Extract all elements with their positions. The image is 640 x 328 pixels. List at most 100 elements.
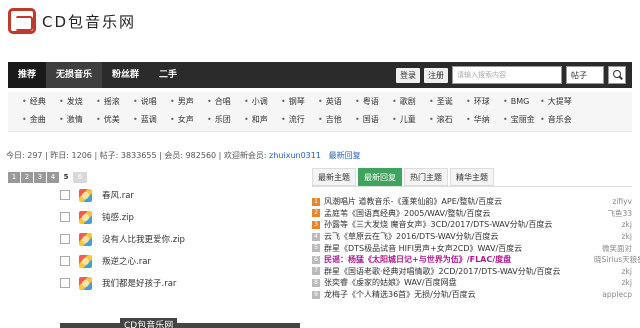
hot-user[interactable]: zkj bbox=[594, 278, 640, 287]
hot-item[interactable]: 9 龙梅子《个人精选36首》无损/分轨/百度云 applecp bbox=[312, 289, 640, 301]
login-button[interactable]: 登录 bbox=[396, 67, 420, 83]
page-link[interactable]: 3 bbox=[34, 172, 46, 183]
search-input[interactable]: 请输入搜索内容 bbox=[452, 66, 562, 84]
category-link[interactable]: 吉他 bbox=[318, 114, 355, 125]
category-link[interactable]: 和声 bbox=[244, 114, 281, 125]
hot-item[interactable]: 5 群星《DTS极品试音 HIFI男声+女声2CD》WAV/百度云 微笑面对 bbox=[312, 242, 640, 254]
category-link[interactable]: 蓝调 bbox=[133, 114, 170, 125]
category-link[interactable]: 儿童 bbox=[392, 114, 429, 125]
category-link[interactable]: 金曲 bbox=[22, 114, 59, 125]
tab-hot-topics[interactable]: 热门主题 bbox=[404, 168, 448, 186]
page-link[interactable]: 4 bbox=[47, 172, 59, 183]
hot-user[interactable]: zkj bbox=[594, 220, 640, 229]
album-item[interactable]: 我们都是好孩子.rar bbox=[60, 272, 300, 294]
category-link[interactable]: 国语 bbox=[355, 114, 392, 125]
album-name[interactable]: 叛逆之心.rar bbox=[102, 255, 151, 267]
album-name[interactable]: 春风.rar bbox=[102, 189, 134, 201]
album-name[interactable]: 我们都是好孩子.rar bbox=[102, 277, 176, 289]
hot-user[interactable]: zkj bbox=[594, 232, 640, 241]
hot-user[interactable]: 晓Sirius天狼星 bbox=[594, 254, 640, 265]
album-item[interactable]: 没有人比我更爱你.zip bbox=[60, 228, 300, 250]
page-link[interactable]: 2 bbox=[21, 172, 33, 183]
album-checkbox[interactable] bbox=[60, 278, 70, 288]
hot-item[interactable]: 8 张奕睿《虔家的姑娘》WAV/百度网盘 zkj bbox=[312, 277, 640, 289]
search-scope-select[interactable]: 帖子 bbox=[566, 66, 604, 84]
hot-user[interactable]: zifiyv bbox=[594, 197, 640, 206]
nav-item-fans[interactable]: 粉丝群 bbox=[102, 62, 149, 88]
category-link[interactable]: 英语 bbox=[318, 96, 355, 107]
category-link[interactable]: 粤语 bbox=[355, 96, 392, 107]
category-link[interactable]: 摇滚 bbox=[96, 96, 133, 107]
album-name[interactable]: 没有人比我更爱你.zip bbox=[102, 233, 185, 245]
tab-new-replies[interactable]: 最新回复 bbox=[358, 168, 402, 186]
hot-title[interactable]: 群星《DTS极品试音 HIFI男声+女声2CD》WAV/百度云 bbox=[324, 243, 594, 254]
site-logo[interactable]: CD包音乐网 bbox=[8, 8, 136, 34]
category-link[interactable]: 小调 bbox=[244, 96, 281, 107]
album-item[interactable]: 春风.rar bbox=[60, 184, 300, 206]
page-link[interactable]: 1 bbox=[8, 172, 20, 183]
category-link[interactable]: 流行 bbox=[281, 114, 318, 125]
category-link[interactable]: 圣诞 bbox=[429, 96, 466, 107]
page-current[interactable]: 5 bbox=[60, 172, 72, 183]
search-icon[interactable] bbox=[608, 66, 626, 84]
tab-featured[interactable]: 精华主题 bbox=[450, 168, 494, 186]
category-link[interactable]: 环球 bbox=[466, 96, 503, 107]
hot-user[interactable]: zkj bbox=[594, 267, 640, 276]
latest-reply-link[interactable]: 最新回复 bbox=[329, 151, 361, 160]
album-checkbox[interactable] bbox=[60, 256, 70, 266]
rank-badge: 8 bbox=[312, 278, 320, 287]
page-link[interactable]: 6 bbox=[73, 172, 87, 183]
category-link[interactable]: BMG bbox=[503, 97, 540, 106]
hot-title[interactable]: 群星《国语老歌·经典对唱情歌》2CD/2017/DTS-WAV分轨/百度云 bbox=[324, 266, 594, 277]
album-item[interactable]: 钝感.zip bbox=[60, 206, 300, 228]
tab-new-topics[interactable]: 最新主题 bbox=[312, 168, 356, 186]
hot-user[interactable]: 飞鱼33 bbox=[594, 208, 640, 219]
category-link[interactable]: 音乐会 bbox=[540, 114, 577, 125]
album-checkbox[interactable] bbox=[60, 234, 70, 244]
main-nav: 推荐 无损音乐 粉丝群 二手 登录 注册 请输入搜索内容 帖子 bbox=[8, 62, 632, 88]
hot-title[interactable]: 孟庭苇《国语真经典》2005/WAV/整轨/百度云 bbox=[324, 208, 594, 219]
category-link[interactable]: 乐团 bbox=[207, 114, 244, 125]
hot-title[interactable]: 风潮唱片 道教音乐-《蓬莱仙韵》APE/整轨/百度云 bbox=[324, 196, 594, 207]
category-link[interactable]: 大提琴 bbox=[540, 96, 577, 107]
category-row: 经典发烧摇滚说唱男声合唱小调钢琴英语粤语歌剧圣诞环球BMG大提琴 bbox=[8, 92, 632, 110]
album-checkbox[interactable] bbox=[60, 190, 70, 200]
register-button[interactable]: 注册 bbox=[424, 67, 448, 83]
hot-item[interactable]: 1 风潮唱片 道教音乐-《蓬莱仙韵》APE/整轨/百度云 zifiyv bbox=[312, 196, 640, 208]
nav-item-recommend[interactable]: 推荐 bbox=[8, 62, 47, 88]
category-link[interactable]: 钢琴 bbox=[281, 96, 318, 107]
hot-item[interactable]: 4 云飞《草原云在飞》2016/DTS-WAV分轨/百度云 zkj bbox=[312, 231, 640, 243]
category-link[interactable]: 优美 bbox=[96, 114, 133, 125]
category-link[interactable]: 发烧 bbox=[59, 96, 96, 107]
category-link[interactable]: 宝丽金 bbox=[503, 114, 540, 125]
hot-user[interactable]: applecp bbox=[594, 290, 640, 299]
album-name[interactable]: 钝感.zip bbox=[102, 211, 134, 223]
hot-item[interactable]: 7 群星《国语老歌·经典对唱情歌》2CD/2017/DTS-WAV分轨/百度云 zk… bbox=[312, 266, 640, 278]
nav-item-secondhand[interactable]: 二手 bbox=[149, 62, 187, 88]
category-link[interactable]: 说唱 bbox=[133, 96, 170, 107]
category-bar: 经典发烧摇滚说唱男声合唱小调钢琴英语粤语歌剧圣诞环球BMG大提琴 金曲激情优美蓝… bbox=[8, 92, 632, 132]
hot-item[interactable]: 6 民谣：杨猛《太阳城日记+与世界为伍》/FLAC/度盘 晓Sirius天狼星 bbox=[312, 254, 640, 266]
category-link[interactable]: 激情 bbox=[59, 114, 96, 125]
nav-item-lossless[interactable]: 无损音乐 bbox=[46, 62, 103, 88]
category-link[interactable]: 滚石 bbox=[429, 114, 466, 125]
category-link[interactable]: 华纳 bbox=[466, 114, 503, 125]
hot-title[interactable]: 张奕睿《虔家的姑娘》WAV/百度网盘 bbox=[324, 277, 594, 288]
hot-title[interactable]: 孙露等《三大发烧 魔音女声》3CD/2017/DTS-WAV分轨/百度云 bbox=[324, 219, 594, 230]
album-checkbox[interactable] bbox=[60, 212, 70, 222]
category-link[interactable]: 歌剧 bbox=[392, 96, 429, 107]
hot-item[interactable]: 2 孟庭苇《国语真经典》2005/WAV/整轨/百度云 飞鱼33 bbox=[312, 208, 640, 220]
category-link[interactable]: 合唱 bbox=[207, 96, 244, 107]
category-row: 金曲激情优美蓝调女声乐团和声流行吉他国语儿童滚石华纳宝丽金音乐会 bbox=[8, 110, 632, 128]
hot-title[interactable]: 龙梅子《个人精选36首》无损/分轨/百度云 bbox=[324, 289, 594, 300]
new-member-link[interactable]: zhuixun0311 bbox=[269, 151, 321, 160]
hot-title[interactable]: 云飞《草原云在飞》2016/DTS-WAV分轨/百度云 bbox=[324, 231, 594, 242]
album-item[interactable]: 叛逆之心.rar bbox=[60, 250, 300, 272]
category-link[interactable]: 女声 bbox=[170, 114, 207, 125]
hot-title[interactable]: 民谣：杨猛《太阳城日记+与世界为伍》/FLAC/度盘 bbox=[324, 254, 594, 265]
category-link[interactable]: 男声 bbox=[170, 96, 207, 107]
category-link[interactable]: 经典 bbox=[22, 96, 59, 107]
hot-user[interactable]: 微笑面对 bbox=[594, 243, 640, 254]
nav-right: 登录 注册 请输入搜索内容 帖子 bbox=[396, 66, 632, 84]
hot-item[interactable]: 3 孙露等《三大发烧 魔音女声》3CD/2017/DTS-WAV分轨/百度云 zkj bbox=[312, 219, 640, 231]
